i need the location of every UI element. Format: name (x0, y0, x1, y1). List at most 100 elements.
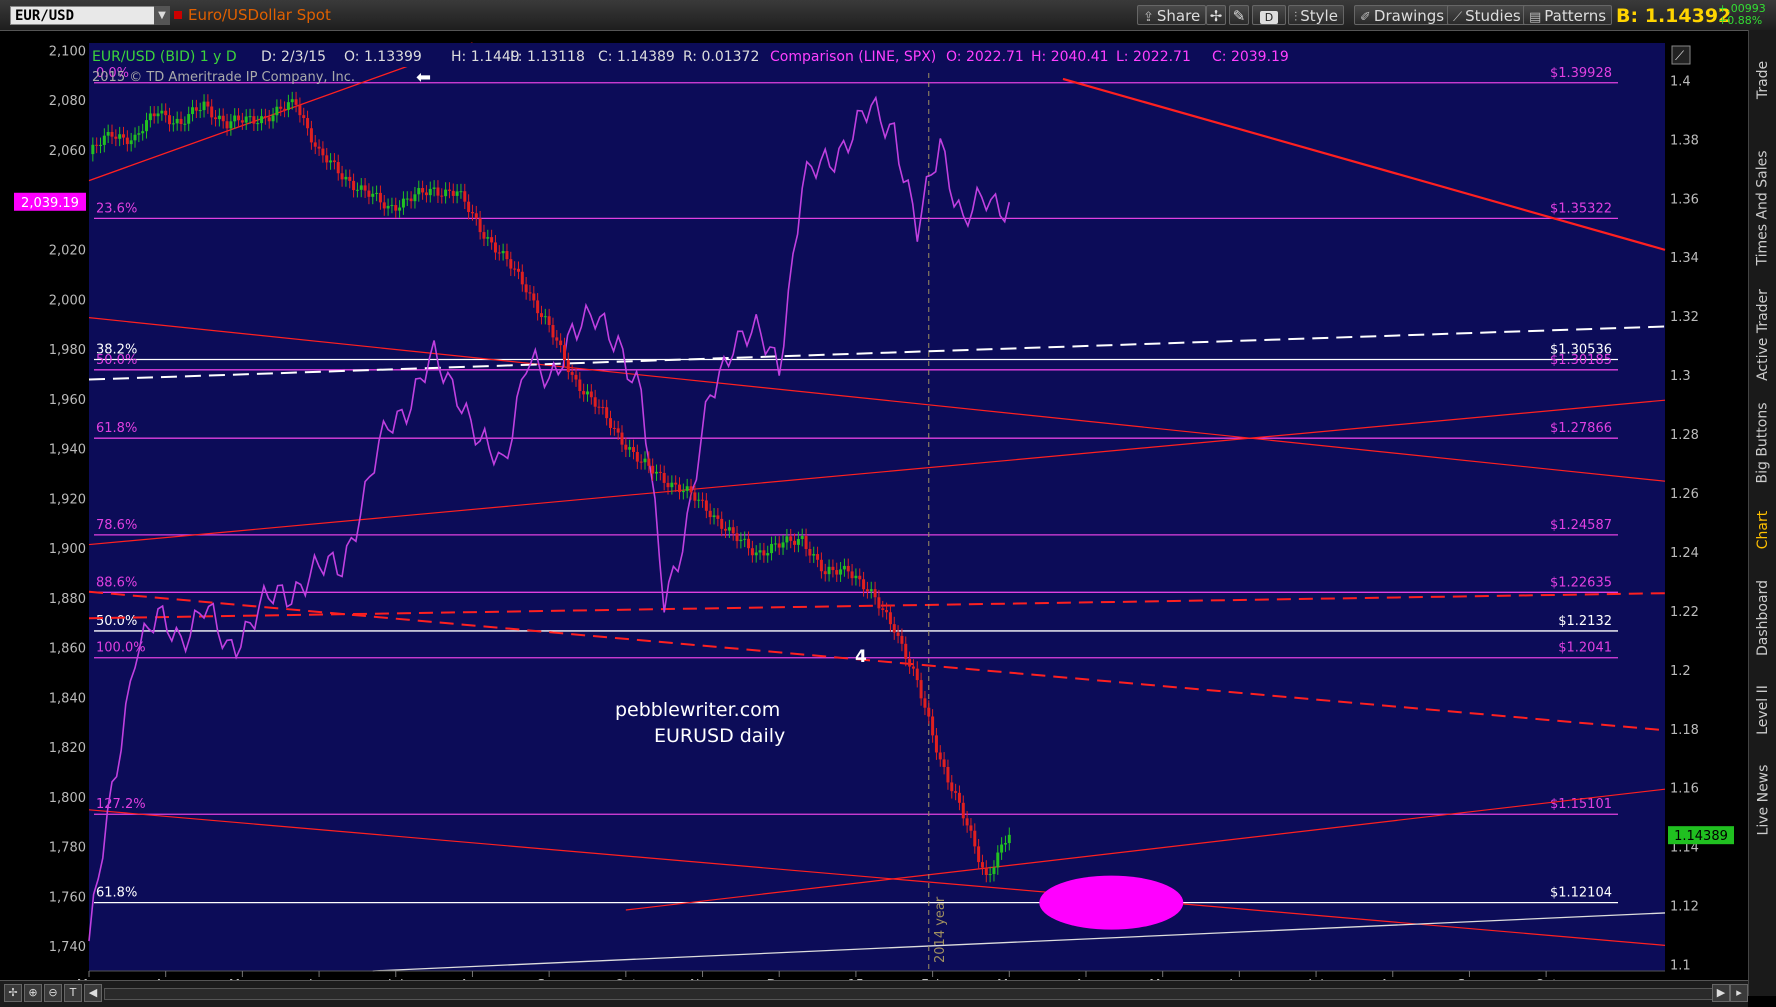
candle-body (808, 548, 812, 556)
copyright-text: 2015 © TD Ameritrade IP Company, Inc. (92, 70, 355, 85)
candle-body (164, 110, 168, 116)
candle-body (773, 543, 777, 545)
candle-body (800, 536, 804, 540)
candle-body (635, 451, 639, 462)
candle-body (904, 643, 908, 659)
candle-body (137, 133, 141, 135)
symbol-input[interactable]: EUR/USD (10, 6, 168, 25)
right-tick-label: 1.4 (1670, 74, 1691, 89)
candle-body (873, 589, 877, 598)
candle-body (240, 120, 244, 123)
candle-body (405, 198, 409, 200)
side-tab-live-news[interactable]: Live News (1749, 755, 1776, 845)
candle-body (608, 418, 612, 428)
horizontal-scrollbar[interactable] (104, 988, 1714, 1000)
candle-body (961, 802, 965, 819)
left-tick-label: 1,840 (49, 691, 86, 706)
candle-body (375, 192, 379, 194)
share-icon: ⇪ (1143, 10, 1154, 25)
text-tool-button[interactable]: T (64, 984, 82, 1002)
zoom-out-icon[interactable]: ⊖ (44, 984, 62, 1002)
candle-body (398, 207, 402, 211)
share-button[interactable]: ⇪ Share (1137, 5, 1207, 25)
top-toolbar: EUR/USD ▼ Euro/USDollar Spot ⇪ Share ✢ ✎ … (0, 0, 1776, 31)
patterns-button[interactable]: ▤ Patterns (1523, 5, 1613, 25)
candle-body (816, 554, 820, 560)
candle-body (885, 609, 889, 613)
candle-body (977, 846, 981, 863)
left-tick-label: 2,020 (49, 243, 86, 258)
drawings-button[interactable]: ✐ Drawings (1354, 5, 1451, 25)
side-tab-chart[interactable]: Chart (1749, 500, 1776, 560)
side-tab-trade[interactable]: Trade (1749, 30, 1776, 130)
candle-body (747, 538, 751, 549)
candle-body (309, 128, 313, 143)
crosshair-tool-button[interactable]: ✢ (1206, 5, 1226, 25)
candle-body (99, 144, 103, 146)
candle-body (444, 189, 448, 197)
candle-body (501, 251, 505, 254)
display-mode-button[interactable]: D (1252, 5, 1286, 25)
candle-body (628, 447, 632, 450)
candle-body (785, 536, 789, 543)
left-tick-label: 1,900 (49, 542, 86, 557)
candle-body (505, 251, 509, 260)
wrench-tool-button[interactable]: ✎ (1229, 5, 1249, 25)
symbol-dropdown-icon[interactable]: ▼ (154, 6, 170, 25)
side-tab-times-and-sales[interactable]: Times And Sales (1749, 140, 1776, 275)
candle-body (942, 759, 946, 767)
candle-body (428, 188, 432, 196)
side-tab-dashboard[interactable]: Dashboard (1749, 570, 1776, 665)
candle-body (1000, 844, 1004, 853)
studies-button[interactable]: ⟋ Studies (1447, 5, 1527, 25)
header-range: R: 0.01372 (683, 49, 759, 65)
candle-body (233, 115, 237, 122)
candle-body (862, 579, 866, 590)
fib-price-label: $1.39928 (1550, 66, 1612, 81)
side-tab-big-buttons[interactable]: Big Buttons (1749, 395, 1776, 490)
right-tick-label: 1.18 (1670, 723, 1699, 738)
fib-pct-label: 127.2% (96, 797, 146, 812)
scroll-end-icon[interactable]: ▸ (1730, 984, 1748, 1002)
candle-body (355, 189, 359, 191)
candle-body (348, 176, 352, 181)
target-ellipse[interactable] (1039, 875, 1184, 930)
candle-body (758, 550, 762, 553)
candle-body (106, 131, 110, 136)
candle-body (440, 195, 444, 197)
scroll-left-icon[interactable]: ◀ (84, 984, 102, 1002)
crosshair-icon[interactable]: ✢ (4, 984, 22, 1002)
fib-price-label: $1.2041 (1558, 641, 1612, 656)
candle-body (973, 830, 977, 847)
candle-body (516, 268, 520, 272)
candle-body (988, 874, 992, 876)
candle-body (528, 292, 532, 294)
side-tab-level-ii[interactable]: Level II (1749, 675, 1776, 745)
candle-body (244, 116, 248, 123)
candle-body (329, 160, 333, 163)
candle-body (639, 461, 643, 463)
candle-body (570, 372, 574, 375)
candle-body (467, 201, 471, 213)
candle-body (417, 188, 421, 195)
candle-body (831, 566, 835, 571)
side-tab-active-trader[interactable]: Active Trader (1749, 285, 1776, 385)
candle-body (643, 458, 647, 463)
candle-body (148, 113, 152, 121)
candle-body (777, 543, 781, 548)
candle-body (670, 482, 674, 488)
price-chart[interactable]: 0.0% $1.3992823.6% $1.3532238.2% $1.3053650… (0, 30, 1748, 1006)
candle-body (896, 632, 900, 636)
candle-body (605, 407, 609, 419)
candle-body (401, 198, 405, 208)
candle-body (574, 374, 578, 380)
candle-body (766, 553, 770, 556)
candle-body (957, 792, 961, 803)
candle-body (547, 316, 551, 326)
style-button[interactable]: ⫶ Style (1288, 5, 1344, 25)
candle-body (724, 528, 728, 531)
candle-body (804, 536, 808, 549)
zoom-in-icon[interactable]: ⊕ (24, 984, 42, 1002)
scroll-right-icon[interactable]: ▶ (1712, 984, 1730, 1002)
fib-price-label: $1.24587 (1550, 518, 1612, 533)
